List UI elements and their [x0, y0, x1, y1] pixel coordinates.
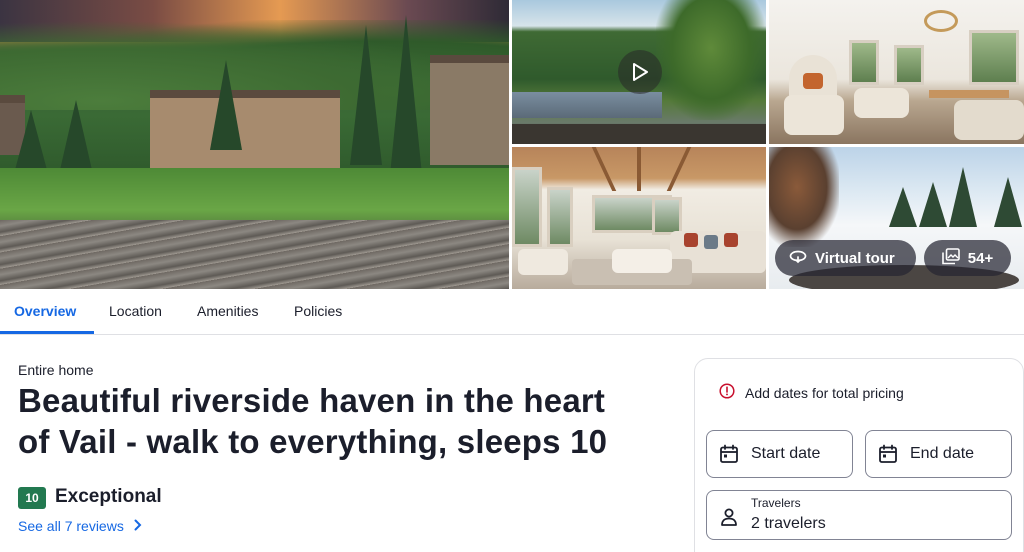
- section-tabs: Overview Location Amenities Policies: [0, 289, 1024, 335]
- virtual-tour-icon: [789, 248, 807, 268]
- person-icon: [719, 507, 739, 532]
- end-date-field[interactable]: End date: [865, 430, 1012, 478]
- travelers-value: 2 travelers: [751, 515, 826, 532]
- end-date-placeholder: End date: [910, 445, 975, 462]
- start-date-placeholder: Start date: [751, 445, 821, 462]
- reviews-link-label: See all 7 reviews: [18, 518, 124, 534]
- start-date-field[interactable]: Start date: [706, 430, 853, 478]
- pricing-notice-text: Add dates for total pricing: [745, 384, 904, 401]
- listing-title-line-1: Beautiful riverside haven in the heart: [18, 382, 606, 419]
- travelers-label: Travelers: [751, 496, 801, 510]
- photo-count-label: 54+: [967, 249, 994, 267]
- property-type: Entire home: [18, 362, 94, 378]
- calendar-icon: [719, 444, 739, 469]
- tab-amenities[interactable]: Amenities: [197, 303, 258, 319]
- active-tab-indicator: [0, 331, 94, 334]
- rating-score-badge: 10: [18, 487, 46, 509]
- rating-label: Exceptional: [55, 486, 162, 507]
- booking-card: Add dates for total pricing Start date E…: [694, 358, 1024, 552]
- tab-overview[interactable]: Overview: [14, 303, 76, 319]
- photo-gallery-icon: [941, 247, 960, 269]
- main-photo[interactable]: [0, 0, 509, 289]
- listing-title: Beautiful riverside haven in the heart o…: [18, 380, 678, 462]
- great-room-photo[interactable]: [512, 147, 766, 289]
- all-photos-button[interactable]: 54+: [924, 240, 1011, 276]
- virtual-tour-label: Virtual tour: [815, 249, 895, 267]
- calendar-icon: [878, 444, 898, 469]
- see-all-reviews-link[interactable]: See all 7 reviews: [18, 518, 142, 534]
- chevron-right-icon: [134, 518, 142, 534]
- alert-icon: [719, 383, 735, 402]
- travelers-field[interactable]: Travelers 2 travelers: [706, 490, 1012, 540]
- pricing-notice: Add dates for total pricing: [719, 383, 904, 402]
- listing-title-line-2: of Vail - walk to everything, sleeps 10: [18, 423, 608, 460]
- photo-gallery: Virtual tour 54+: [0, 0, 1024, 289]
- play-icon[interactable]: [618, 50, 662, 94]
- virtual-tour-button[interactable]: Virtual tour: [775, 240, 916, 276]
- tab-policies[interactable]: Policies: [294, 303, 342, 319]
- tab-location[interactable]: Location: [109, 303, 162, 319]
- living-room-photo[interactable]: [769, 0, 1024, 144]
